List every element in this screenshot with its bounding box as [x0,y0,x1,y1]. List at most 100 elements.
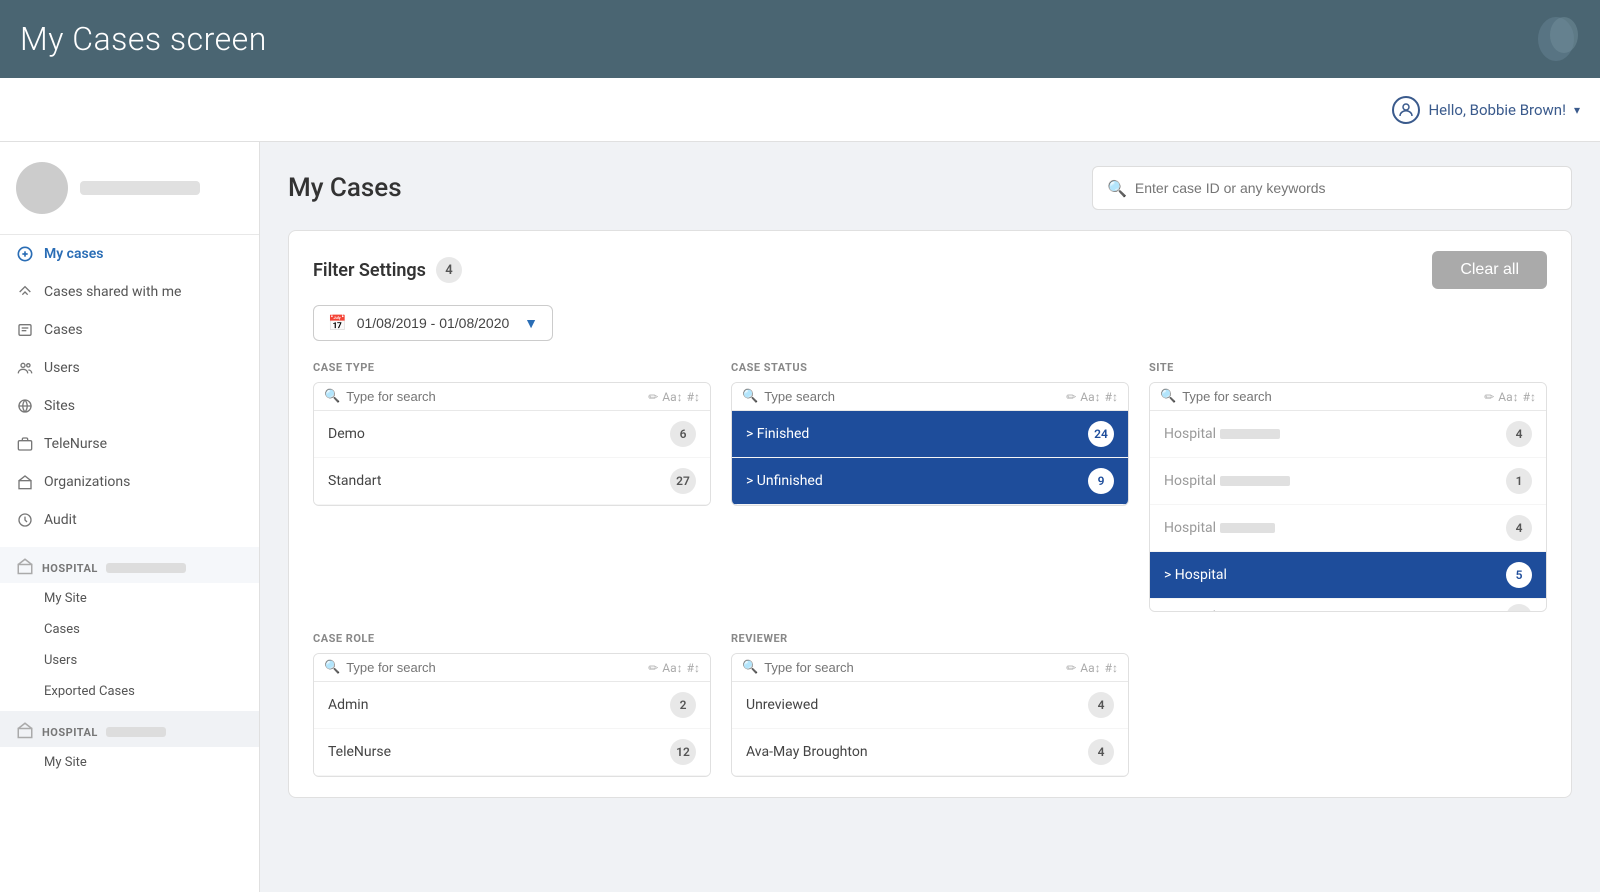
case-role-search-icon: 🔍 [324,660,340,675]
case-role-search-input[interactable] [346,660,642,675]
case-type-item-standart[interactable]: Standart 27 [314,458,710,505]
site-list: Hospital 4 Hospital 1 Hospital 4 [1150,411,1546,611]
sidebar-item-organizations[interactable]: Organizations [0,463,259,501]
case-search-input[interactable] [1135,180,1557,196]
case-role-item-admin[interactable]: Admin 2 [314,682,710,729]
sidebar-sub-my-site-1[interactable]: My Site [0,583,259,614]
sidebar-label-organizations: Organizations [44,474,130,490]
site-item-1-count: 4 [1506,421,1532,447]
site-item-5-count: 2 [1506,604,1532,612]
filter-panel: Filter Settings 4 Clear all 📅 01/08/2019… [288,230,1572,798]
sort-alpha-icon: Aa↕ [662,390,682,404]
sidebar-label-my-cases: My cases [44,246,103,262]
reviewer-list: Unreviewed 4 Ava-May Broughton 4 [732,682,1128,776]
site-filter-icons: ✏ Aa↕ #↕ [1484,390,1536,404]
site-item-2-label: Hospital [1164,473,1290,489]
sidebar-avatar-area [0,142,259,235]
case-status-item-unfinished[interactable]: > Unfinished 9 [732,458,1128,505]
date-picker-arrow: ▼ [524,315,538,331]
site-item-2-count: 1 [1506,468,1532,494]
sidebar-item-audit[interactable]: Audit [0,501,259,539]
date-range-picker[interactable]: 📅 01/08/2019 - 01/08/2020 ▼ [313,305,553,341]
case-type-search-input[interactable] [346,389,642,404]
sort-alpha-icon-5: Aa↕ [1080,661,1100,675]
site-search-input[interactable] [1182,389,1478,404]
case-type-item-demo[interactable]: Demo 6 [314,411,710,458]
user-info[interactable]: Hello, Bobbie Brown! ▾ [1392,96,1580,124]
reviewer-item-unreviewed-count: 4 [1088,692,1114,718]
case-status-search-icon: 🔍 [742,389,758,404]
sidebar-hospital-section-1: HOSPITAL [0,547,259,583]
sidebar-item-my-cases[interactable]: My cases [0,235,259,273]
case-status-item-finished[interactable]: > Finished 24 [732,411,1128,458]
app-title: My Cases screen [20,20,267,58]
cases-icon [16,321,34,339]
filters-bottom-empty-col [1149,632,1547,777]
case-status-search-input[interactable] [764,389,1060,404]
case-role-item-telenurse[interactable]: TeleNurse 12 [314,729,710,776]
sidebar-label-sites: Sites [44,398,75,414]
site-item-hospital-selected[interactable]: > Hospital 5 [1150,552,1546,599]
sidebar-item-sites[interactable]: Sites [0,387,259,425]
sites-icon [16,397,34,415]
site-item-1[interactable]: Hospital 4 [1150,411,1546,458]
sidebar-item-telenurse[interactable]: TeleNurse [0,425,259,463]
case-status-list: > Finished 24 > Unfinished 9 [732,411,1128,505]
case-search-bar[interactable]: 🔍 [1092,166,1572,210]
filter-count-badge: 4 [436,257,462,283]
site-item-5-label: Hospital [1164,609,1260,612]
case-type-list: Demo 6 Standart 27 [314,411,710,505]
pencil-icon-5: ✏ [1066,661,1076,675]
sidebar: My cases Cases shared with me Cases User… [0,142,260,892]
sidebar-sub-my-site-2[interactable]: My Site [0,747,259,778]
sidebar-sub-users-1[interactable]: Users [0,645,259,676]
sidebar-sub-cases-1[interactable]: Cases [0,614,259,645]
case-status-item-finished-label: > Finished [746,426,809,442]
sidebar-label-users: Users [44,360,80,376]
sidebar-label-cases: Cases [44,322,83,338]
site-item-3-count: 4 [1506,515,1532,541]
pencil-icon-3: ✏ [1484,390,1494,404]
site-item-5[interactable]: Hospital 2 [1150,599,1546,611]
sidebar-item-cases-shared[interactable]: Cases shared with me [0,273,259,311]
pencil-icon-2: ✏ [1066,390,1076,404]
filter-header: Filter Settings 4 Clear all [313,251,1547,289]
case-status-item-unfinished-count: 9 [1088,468,1114,494]
sort-alpha-icon-4: Aa↕ [662,661,682,675]
user-dropdown-chevron[interactable]: ▾ [1574,103,1580,117]
case-type-filter-icons: ✏ Aa↕ #↕ [648,390,700,404]
site-item-2[interactable]: Hospital 1 [1150,458,1546,505]
site-item-1-label: Hospital [1164,426,1280,442]
main-content: My Cases 🔍 Filter Settings 4 Clear all 📅… [260,142,1600,892]
sidebar-label-telenurse: TeleNurse [44,436,107,452]
top-header: My Cases screen [0,0,1600,78]
reviewer-item-unreviewed-label: Unreviewed [746,697,818,713]
case-type-label: CASE TYPE [313,361,711,374]
cases-shared-icon [16,283,34,301]
hospital-section-1-label: HOSPITAL [42,562,98,575]
secondary-header: Hello, Bobbie Brown! ▾ [0,78,1600,142]
reviewer-item-ava[interactable]: Ava-May Broughton 4 [732,729,1128,776]
reviewer-item-unreviewed[interactable]: Unreviewed 4 [732,682,1128,729]
sidebar-sub-exported-cases[interactable]: Exported Cases [0,676,259,707]
clear-all-button[interactable]: Clear all [1432,251,1547,289]
case-status-filter: CASE STATUS 🔍 ✏ Aa↕ #↕ [731,361,1129,612]
avatar-name-placeholder [80,181,200,195]
page-title-row: My Cases 🔍 [288,166,1572,210]
sort-alpha-icon-2: Aa↕ [1080,390,1100,404]
case-status-search-row: 🔍 ✏ Aa↕ #↕ [732,383,1128,411]
site-item-3[interactable]: Hospital 4 [1150,505,1546,552]
case-status-filter-icons: ✏ Aa↕ #↕ [1066,390,1118,404]
search-icon: 🔍 [1107,179,1127,198]
reviewer-search-input[interactable] [764,660,1060,675]
sidebar-item-cases[interactable]: Cases [0,311,259,349]
reviewer-filter: REVIEWER 🔍 ✏ Aa↕ #↕ [731,632,1129,777]
site-item-3-label: Hospital [1164,520,1275,536]
reviewer-box: 🔍 ✏ Aa↕ #↕ Unreviewed 4 [731,653,1129,777]
reviewer-search-icon: 🔍 [742,660,758,675]
calendar-icon: 📅 [328,314,347,332]
filter-title: Filter Settings 4 [313,257,462,283]
date-range-value: 01/08/2019 - 01/08/2020 [357,315,510,331]
sidebar-item-users[interactable]: Users [0,349,259,387]
hospital-section-1-name-blur [106,563,186,573]
